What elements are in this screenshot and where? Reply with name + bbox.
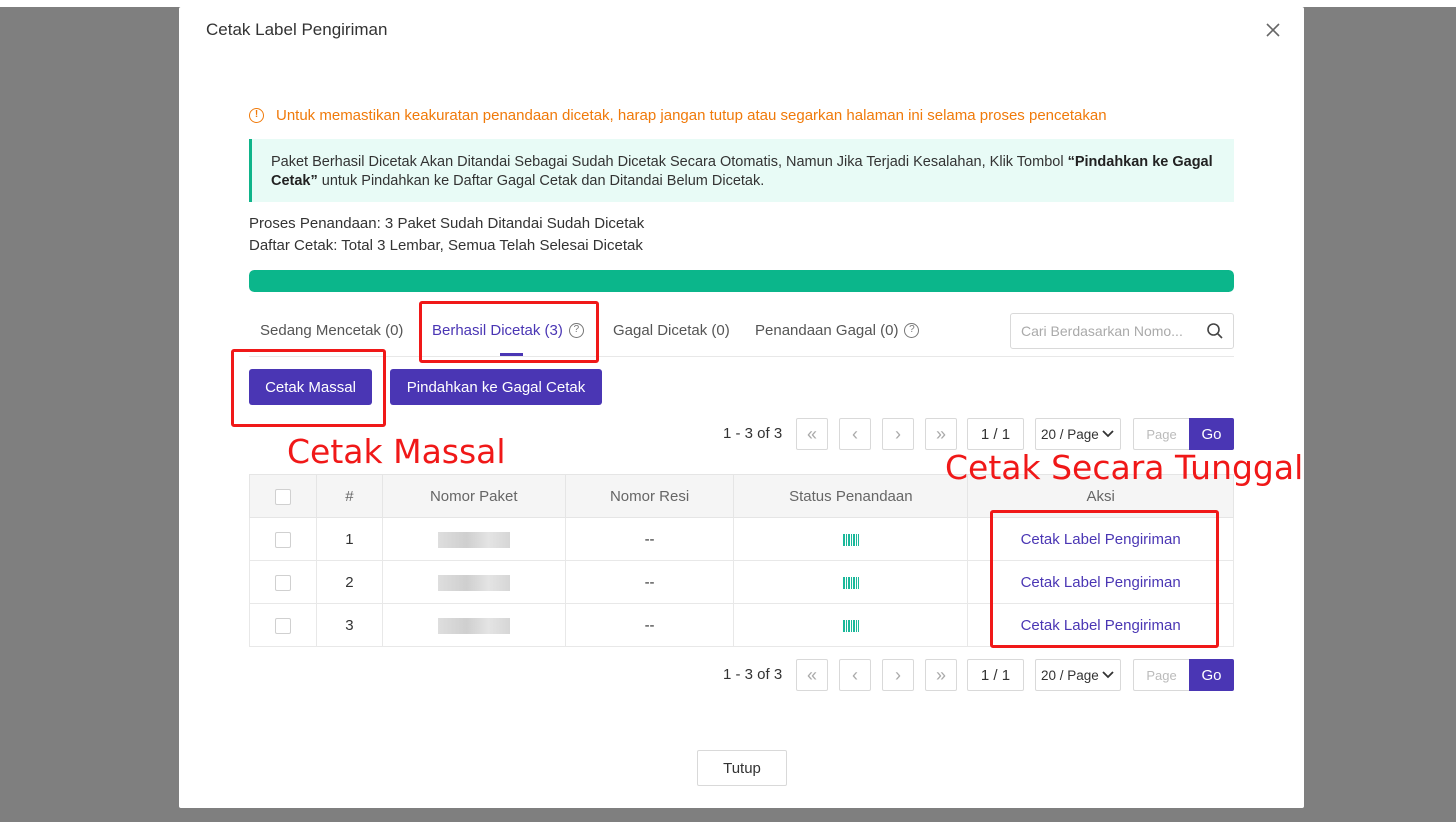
row-checkbox[interactable] — [274, 617, 291, 634]
last-page-icon[interactable]: » — [925, 418, 957, 450]
info-banner: Paket Berhasil Dicetak Akan Ditandai Seb… — [249, 139, 1234, 202]
header-package-number: Nomor Paket — [381, 474, 566, 518]
modal-title: Cetak Label Pengiriman — [206, 20, 388, 39]
tab-label: Gagal Dicetak (0) — [613, 322, 730, 339]
per-page-select[interactable]: 20 / Page — [1035, 659, 1121, 691]
progress-fill — [249, 270, 1234, 292]
print-label-modal: Cetak Label Pengiriman ! Untuk memastika… — [179, 7, 1304, 808]
page-indicator: 1 / 1 — [967, 659, 1024, 691]
row-tracking-number: -- — [564, 560, 735, 604]
first-page-icon[interactable]: « — [796, 418, 828, 450]
select-all-cell — [249, 474, 317, 518]
search-box — [1010, 313, 1234, 349]
row-index: 3 — [315, 603, 383, 647]
status-tabs: Sedang Mencetak (0) Berhasil Dicetak (3)… — [249, 310, 1234, 357]
header-index: # — [315, 474, 383, 518]
warning-text: Untuk memastikan keakuratan penandaan di… — [276, 107, 1107, 124]
tab-failed[interactable]: Gagal Dicetak (0) — [613, 322, 730, 339]
package-table: # Nomor Paket Nomor Resi Status Penandaa… — [249, 474, 1234, 647]
print-label-link[interactable]: Cetak Label Pengiriman — [1021, 574, 1181, 591]
chevron-down-icon — [1102, 430, 1114, 438]
next-page-icon[interactable]: › — [882, 659, 914, 691]
search-icon[interactable] — [1206, 322, 1224, 340]
row-checkbox[interactable] — [274, 531, 291, 548]
per-page-select[interactable]: 20 / Page — [1035, 418, 1121, 450]
warning-icon: ! — [249, 108, 264, 123]
help-icon[interactable]: ? — [904, 323, 920, 338]
go-button[interactable]: Go — [1189, 418, 1234, 450]
table-row: 3 -- Cetak Label Pengiriman — [249, 603, 1234, 647]
info-text-part1: Paket Berhasil Dicetak Akan Ditandai Seb… — [271, 154, 1068, 170]
header-marking-status: Status Penandaan — [733, 474, 969, 518]
per-page-value: 20 / Page — [1041, 426, 1099, 442]
row-index: 1 — [315, 517, 383, 561]
tab-label: Penandaan Gagal (0) — [755, 322, 899, 339]
print-label-link[interactable]: Cetak Label Pengiriman — [1021, 531, 1181, 548]
annotation-label-bulk: Cetak Massal — [287, 432, 506, 471]
pagination-count: 1 - 3 of 3 — [723, 666, 783, 683]
first-page-icon[interactable]: « — [796, 659, 828, 691]
go-button[interactable]: Go — [1189, 659, 1234, 691]
redacted-package-number — [437, 574, 510, 591]
row-tracking-number: -- — [564, 603, 735, 647]
bulk-print-button[interactable]: Cetak Massal — [249, 369, 372, 405]
prev-page-icon[interactable]: ‹ — [839, 659, 871, 691]
tab-success[interactable]: Berhasil Dicetak (3) ? — [432, 322, 584, 339]
tab-marking-failed[interactable]: Penandaan Gagal (0) ? — [755, 322, 920, 339]
tab-label: Sedang Mencetak (0) — [260, 322, 404, 339]
prev-page-icon[interactable]: ‹ — [839, 418, 871, 450]
last-page-icon[interactable]: » — [925, 659, 957, 691]
redacted-package-number — [437, 617, 510, 634]
info-text-part2: untuk Pindahkan ke Daftar Gagal Cetak da… — [317, 173, 765, 189]
chevron-down-icon — [1102, 671, 1114, 679]
page-indicator: 1 / 1 — [967, 418, 1024, 450]
tab-label: Berhasil Dicetak (3) — [432, 322, 563, 339]
row-index: 2 — [315, 560, 383, 604]
next-page-icon[interactable]: › — [882, 418, 914, 450]
help-icon[interactable]: ? — [568, 323, 584, 338]
barcode-icon — [842, 533, 859, 546]
marking-status: Proses Penandaan: 3 Paket Sudah Ditandai… — [249, 215, 645, 232]
pagination-bottom: 1 - 3 of 3 « ‹ › » 1 / 1 20 / Page Page … — [723, 659, 1234, 691]
browser-top-strip — [0, 0, 1456, 7]
pagination-top: 1 - 3 of 3 « ‹ › » 1 / 1 20 / Page Page … — [723, 418, 1234, 450]
page-jump-input[interactable]: Page — [1133, 659, 1189, 691]
select-all-checkbox[interactable] — [274, 488, 291, 505]
warning-message: ! Untuk memastikan keakuratan penandaan … — [249, 107, 1107, 124]
move-to-failed-button[interactable]: Pindahkan ke Gagal Cetak — [390, 369, 602, 405]
close-button[interactable]: Tutup — [697, 750, 787, 786]
search-input[interactable] — [1011, 314, 1191, 348]
tab-printing[interactable]: Sedang Mencetak (0) — [260, 322, 403, 339]
print-label-link[interactable]: Cetak Label Pengiriman — [1021, 617, 1181, 634]
annotation-label-single: Cetak Secara Tunggal — [945, 448, 1304, 487]
row-tracking-number: -- — [564, 517, 735, 561]
progress-bar — [249, 270, 1234, 292]
page-jump-input[interactable]: Page — [1133, 418, 1189, 450]
active-tab-indicator — [500, 353, 523, 356]
barcode-icon — [842, 576, 859, 589]
per-page-value: 20 / Page — [1041, 667, 1099, 683]
table-row: 2 -- Cetak Label Pengiriman — [249, 560, 1234, 604]
print-status: Daftar Cetak: Total 3 Lembar, Semua Tela… — [249, 237, 643, 254]
redacted-package-number — [437, 531, 510, 548]
header-tracking-number: Nomor Resi — [564, 474, 735, 518]
barcode-icon — [842, 619, 859, 632]
row-checkbox[interactable] — [274, 574, 291, 591]
table-row: 1 -- Cetak Label Pengiriman — [249, 517, 1234, 561]
close-icon[interactable] — [1262, 19, 1284, 41]
pagination-count: 1 - 3 of 3 — [723, 425, 783, 442]
